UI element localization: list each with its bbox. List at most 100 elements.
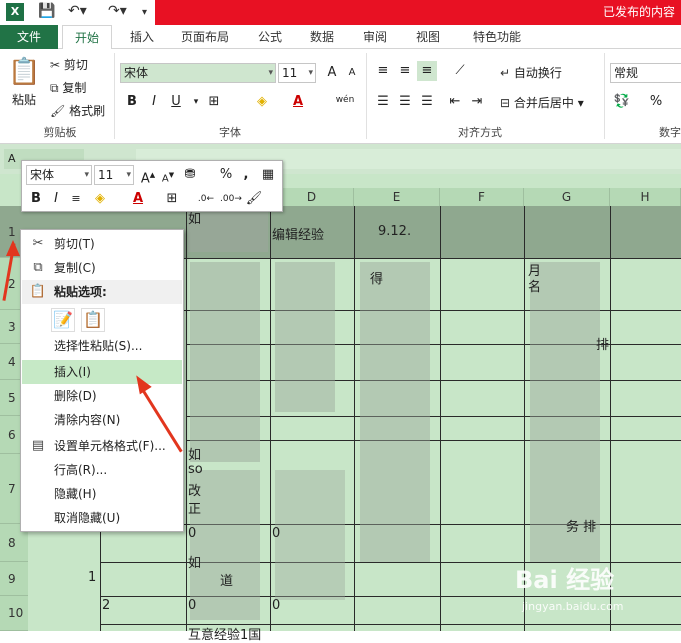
mini-italic-button[interactable]: I: [46, 189, 66, 209]
percent-button[interactable]: %: [646, 92, 666, 112]
phonetic-button[interactable]: wén: [330, 90, 360, 110]
grid-line: [440, 206, 441, 631]
merge-center-button[interactable]: ⊟ 合并后居中 ▾: [500, 94, 584, 111]
cell-g3[interactable]: 排: [596, 334, 609, 353]
row-header-10[interactable]: 10: [0, 596, 28, 631]
mini-grow-font-icon[interactable]: A▲: [138, 165, 158, 186]
save-icon[interactable]: 💾: [38, 3, 55, 19]
cell-c10[interactable]: 0: [188, 598, 196, 613]
menu-item-format-cells[interactable]: ▤ 设置单元格格式(F)...: [22, 434, 182, 458]
tab-home[interactable]: 开始: [62, 25, 112, 50]
mini-format-painter-icon[interactable]: 🖌: [244, 189, 264, 209]
wrap-label: 自动换行: [513, 66, 562, 80]
cell-c6-line1[interactable]: 如: [188, 444, 201, 463]
tab-view[interactable]: 视图: [410, 25, 446, 49]
copy-button[interactable]: ⧉ 复制: [50, 79, 86, 96]
mini-fill-color-icon[interactable]: ◈: [90, 189, 110, 209]
menu-item-delete[interactable]: 删除(D): [22, 384, 182, 408]
wrap-text-button[interactable]: ↵ 自动换行: [500, 64, 562, 81]
mini-border-icon[interactable]: ⊞: [162, 189, 182, 209]
cell-c6-line3[interactable]: 改: [188, 480, 201, 499]
shrink-font-button[interactable]: A: [342, 63, 362, 83]
border-icon[interactable]: ⊞: [204, 92, 224, 112]
mini-decrease-decimal-icon[interactable]: .00→: [220, 189, 242, 209]
cell-c7[interactable]: 0: [188, 526, 196, 541]
tab-insert[interactable]: 插入: [124, 25, 160, 49]
column-header-f[interactable]: F: [440, 188, 524, 206]
undo-icon[interactable]: ↶▾: [68, 3, 87, 19]
fill-color-icon[interactable]: ◈: [252, 92, 272, 112]
font-color-icon[interactable]: A: [288, 92, 308, 112]
cell-d10[interactable]: 0: [272, 598, 280, 613]
cell-e1[interactable]: 9.12.: [378, 224, 411, 239]
cell-b10[interactable]: 2: [102, 598, 110, 613]
cell-c11[interactable]: 互意经验1国: [188, 624, 261, 643]
paste-option-icon[interactable]: 📝: [51, 308, 75, 332]
align-bottom-icon[interactable]: ≡: [417, 61, 437, 81]
mini-bold-button[interactable]: B: [26, 189, 46, 209]
mini-percent-button[interactable]: %: [216, 165, 236, 185]
tab-page-layout[interactable]: 页面布局: [174, 25, 236, 49]
align-left-icon[interactable]: ☰: [373, 92, 393, 112]
number-format-combo[interactable]: 常规: [610, 63, 681, 83]
menu-item-hide[interactable]: 隐藏(H): [22, 482, 182, 506]
mini-number-format-icon[interactable]: ⛃: [180, 165, 200, 185]
customize-qat-icon[interactable]: ▾: [142, 7, 147, 18]
cell-c8-line2[interactable]: 道: [220, 570, 233, 589]
paste-icon[interactable]: 📋: [8, 57, 40, 87]
align-middle-icon[interactable]: ≡: [395, 61, 415, 81]
cell-e2[interactable]: 得: [370, 268, 383, 287]
cell-d1[interactable]: 编辑经验: [272, 224, 324, 243]
paste-button[interactable]: 粘贴: [12, 91, 36, 108]
menu-item-unhide[interactable]: 取消隐藏(U): [22, 506, 182, 530]
currency-icon[interactable]: 💱: [612, 92, 632, 112]
mini-shrink-font-icon[interactable]: A▼: [158, 165, 178, 185]
cell-c6-line2[interactable]: so: [188, 462, 203, 477]
underline-dropdown-icon[interactable]: ▾: [186, 92, 206, 112]
mini-format-table-icon[interactable]: ▦: [258, 165, 278, 185]
mini-font-color-icon[interactable]: A: [128, 189, 148, 209]
paste-values-icon[interactable]: 📋: [81, 308, 105, 332]
menu-item-cut[interactable]: ✂ 剪切(T): [22, 232, 182, 256]
cut-button[interactable]: ✂ 剪切: [50, 56, 88, 73]
align-center-icon[interactable]: ☰: [395, 92, 415, 112]
mini-comma-button[interactable]: ,: [236, 165, 256, 185]
menu-item-row-height[interactable]: 行高(R)...: [22, 458, 182, 482]
align-top-icon[interactable]: ≡: [373, 61, 393, 81]
cell-b9[interactable]: 1: [88, 570, 96, 585]
orientation-icon[interactable]: ⟋: [450, 61, 470, 81]
menu-item-insert[interactable]: 插入(I): [22, 360, 182, 384]
italic-button[interactable]: I: [144, 92, 164, 112]
align-right-icon[interactable]: ☰: [417, 92, 437, 112]
grow-font-button[interactable]: A: [322, 63, 342, 83]
font-name-combo[interactable]: 宋体 ▾: [120, 63, 276, 83]
increase-indent-icon[interactable]: ⇥: [467, 92, 487, 112]
tab-special[interactable]: 特色功能: [466, 25, 528, 49]
cell-g2-line2[interactable]: 名: [528, 276, 541, 295]
mini-align-icon[interactable]: ≡: [66, 189, 86, 209]
mini-increase-decimal-icon[interactable]: .0←: [196, 189, 216, 209]
cell-c6-line4[interactable]: 正: [188, 498, 201, 517]
mini-font-combo[interactable]: 宋体 ▾: [26, 165, 92, 185]
cell-g7[interactable]: 务 排: [566, 516, 596, 535]
bold-button[interactable]: B: [122, 92, 142, 112]
font-size-combo[interactable]: 11 ▾: [278, 63, 316, 83]
column-header-g[interactable]: G: [524, 188, 610, 206]
row-header-9[interactable]: 9: [0, 562, 28, 596]
decrease-indent-icon[interactable]: ⇤: [445, 92, 465, 112]
underline-button[interactable]: U: [166, 92, 186, 112]
redo-icon[interactable]: ↷▾: [108, 3, 127, 19]
cell-d7[interactable]: 0: [272, 526, 280, 541]
tab-formulas[interactable]: 公式: [252, 25, 288, 49]
mini-size-combo[interactable]: 11 ▾: [94, 165, 134, 185]
menu-item-paste-special[interactable]: 选择性粘贴(S)...: [22, 334, 182, 358]
tab-data[interactable]: 数据: [304, 25, 340, 49]
column-header-e[interactable]: E: [354, 188, 440, 206]
tab-file[interactable]: 文件: [0, 25, 58, 49]
cell-c8[interactable]: 如: [188, 552, 201, 571]
tab-review[interactable]: 审阅: [357, 25, 393, 49]
format-painter-button[interactable]: 🖌 格式刷: [50, 102, 105, 119]
column-header-h[interactable]: H: [610, 188, 681, 206]
menu-item-label: 隐藏(H): [54, 487, 97, 501]
menu-item-copy[interactable]: ⧉ 复制(C): [22, 256, 182, 280]
